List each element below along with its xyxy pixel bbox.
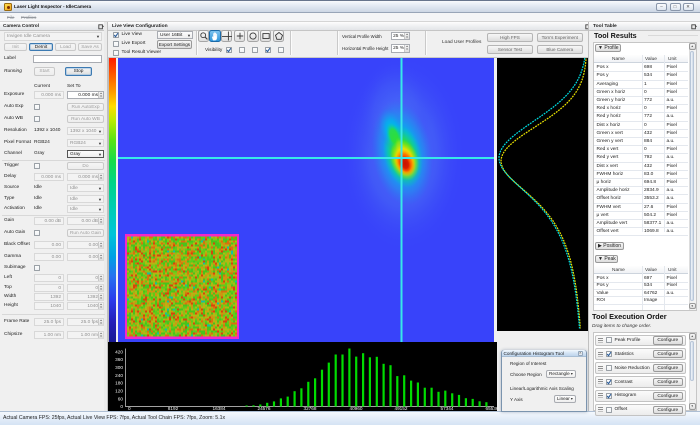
svg-text:420: 420: [115, 349, 123, 354]
svg-text:120: 120: [115, 389, 123, 394]
svg-text:360: 360: [115, 357, 123, 362]
svg-text:60: 60: [118, 396, 124, 401]
svg-text:180: 180: [115, 381, 123, 386]
svg-text:240: 240: [115, 373, 123, 378]
svg-text:300: 300: [115, 365, 123, 370]
svg-text:0: 0: [120, 404, 123, 409]
